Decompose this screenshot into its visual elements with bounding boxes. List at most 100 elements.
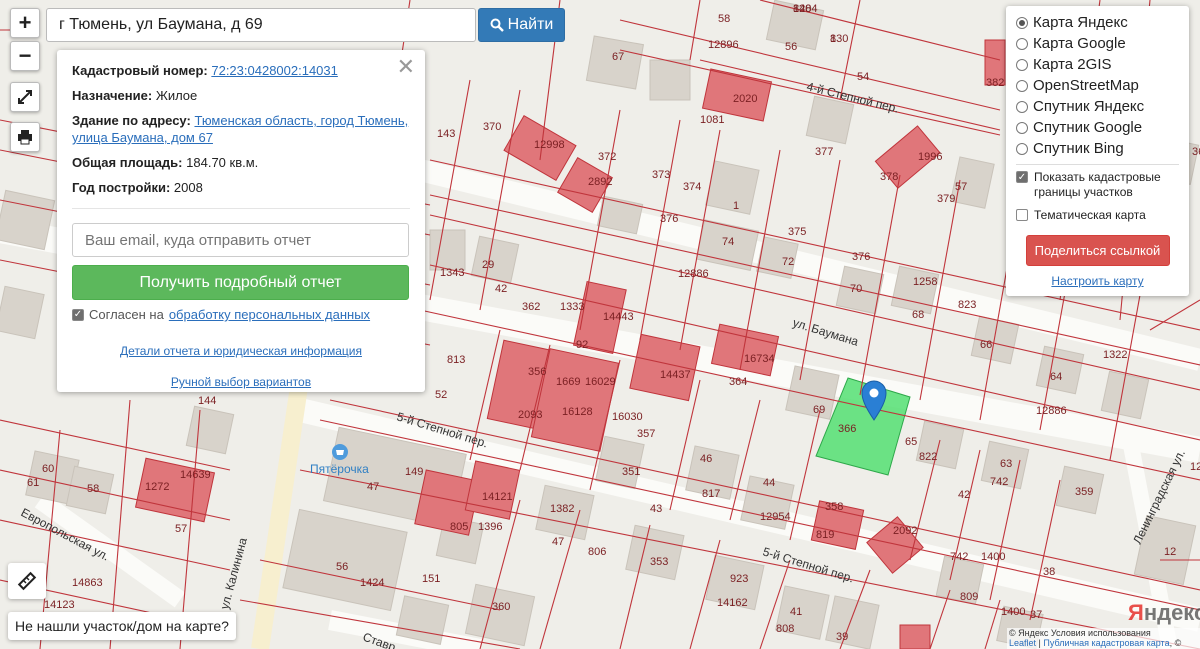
parcel-number: 373 — [652, 169, 670, 181]
parcel-number: 14863 — [72, 577, 103, 589]
parcel-info-popup: ✕ Кадастровый номер: 72:23:0428002:14031… — [57, 50, 425, 392]
show-cadastral-label: Показать кадастровые границы участков — [1034, 170, 1161, 199]
parcel-number: 66 — [980, 339, 992, 351]
search-button[interactable]: Найти — [478, 8, 565, 42]
parcel-number: 1400 — [981, 551, 1005, 563]
parcel-number: 1996 — [918, 151, 942, 163]
zoom-out-button[interactable]: − — [10, 41, 40, 71]
print-button[interactable] — [10, 122, 40, 152]
parcel-number: 2892 — [588, 176, 612, 188]
parcel-number: 375 — [788, 226, 806, 238]
not-found-button[interactable]: Не нашли участок/дом на карте? — [8, 612, 236, 640]
parcel-number: 38 — [1043, 566, 1055, 578]
parcel-number: 57 — [175, 523, 187, 535]
parcel-number: 1404 — [793, 3, 817, 15]
layer-option[interactable]: Спутник Яндекс — [1016, 96, 1179, 117]
parcel-number: 362 — [522, 301, 540, 313]
manual-select-link[interactable]: Ручной выбор вариантов — [72, 374, 410, 391]
parcel-number: 1322 — [1103, 349, 1127, 361]
parcel-number: 2093 — [518, 409, 542, 421]
layer-option[interactable]: Карта Google — [1016, 33, 1179, 54]
email-field[interactable] — [72, 223, 409, 257]
layer-option[interactable]: Спутник Bing — [1016, 138, 1179, 159]
agree-checkbox[interactable]: ✓ — [72, 308, 84, 321]
layer-option[interactable]: Карта 2GIS — [1016, 54, 1179, 75]
radio-icon[interactable] — [1016, 121, 1028, 134]
layer-option[interactable]: OpenStreetMap — [1016, 75, 1179, 96]
fullscreen-button[interactable] — [10, 82, 40, 112]
parcel-number: 14437 — [660, 369, 691, 381]
parcel-number: 61 — [27, 477, 39, 489]
get-report-button[interactable]: Получить подробный отчет — [72, 265, 409, 300]
year-value: 2008 — [173, 180, 203, 195]
parcel-number: 1295 — [1190, 461, 1200, 473]
parcel-number: 1396 — [478, 521, 502, 533]
parcel-number: 56 — [336, 561, 348, 573]
radio-icon[interactable] — [1016, 16, 1028, 29]
parcel-number: 1343 — [440, 267, 464, 279]
parcel-number: 376 — [660, 213, 678, 225]
parcel-number: 813 — [447, 354, 465, 366]
parcel-number: 742 — [950, 551, 968, 563]
parcel-number: 36 — [1192, 146, 1200, 158]
cadastral-label: Кадастровый номер: — [72, 63, 208, 78]
parcel-number: 382 — [986, 77, 1004, 89]
parcel-number: 819 — [816, 529, 834, 541]
parcel-number: 808 — [776, 623, 794, 635]
radio-icon[interactable] — [1016, 79, 1028, 92]
parcel-number: 92 — [576, 339, 588, 351]
parcel-number: 12 — [1164, 546, 1176, 558]
thematic-map-label: Тематическая карта — [1034, 208, 1146, 222]
configure-map-link[interactable]: Настроить карту — [1016, 274, 1179, 288]
attribution-text: © Яндекс Условия использования — [1009, 628, 1151, 638]
search-input[interactable] — [46, 8, 476, 42]
parcel-number: 37 — [1030, 609, 1042, 621]
parcel-number: 806 — [588, 546, 606, 558]
show-cadastral-checkbox[interactable]: ✓ — [1016, 171, 1028, 183]
share-link-button[interactable]: Поделиться ссылкой — [1025, 235, 1170, 266]
report-details-link[interactable]: Детали отчета и юридическая информация — [72, 343, 410, 360]
parcel-number: 43 — [650, 503, 662, 515]
parcel-number: 1 — [733, 200, 739, 212]
layer-option[interactable]: Спутник Google — [1016, 117, 1179, 138]
agree-text: Согласен на — [89, 307, 164, 322]
parcel-number: 1333 — [560, 301, 584, 313]
parcel-number: 57 — [955, 181, 967, 193]
parcel-number: 1400 — [1001, 606, 1025, 618]
close-icon[interactable]: ✕ — [397, 54, 415, 80]
parcel-number: 377 — [815, 146, 833, 158]
parcel-number: 70 — [850, 283, 862, 295]
map-attribution: © Яндекс Условия использования Leaflet |… — [1007, 628, 1200, 649]
parcel-number: 2020 — [733, 93, 757, 105]
search-icon — [490, 18, 504, 32]
cadastral-map-link[interactable]: Публичная кадастровая карта — [1043, 638, 1169, 648]
parcel-number: 822 — [919, 451, 937, 463]
radio-icon[interactable] — [1016, 37, 1028, 50]
thematic-map-checkbox[interactable] — [1016, 209, 1028, 221]
radio-icon[interactable] — [1016, 100, 1028, 113]
parcel-number: 12896 — [708, 39, 739, 51]
parcel-number: 1272 — [145, 481, 169, 493]
parcel-number: 366 — [838, 423, 856, 435]
personal-data-link[interactable]: обработку персональных данных — [169, 306, 370, 323]
radio-icon[interactable] — [1016, 142, 1028, 155]
cadastral-number-link[interactable]: 72:23:0428002:14031 — [211, 63, 338, 78]
purpose-value: Жилое — [155, 88, 198, 103]
ruler-button[interactable] — [8, 563, 46, 599]
area-label: Общая площадь: — [72, 155, 183, 170]
parcel-number: 374 — [683, 181, 701, 193]
layer-option[interactable]: Карта Яндекс — [1016, 12, 1179, 33]
parcel-number: 63 — [1000, 458, 1012, 470]
parcel-number: 16128 — [562, 406, 593, 418]
parcel-number: 14123 — [44, 599, 75, 611]
leaflet-link[interactable]: Leaflet — [1009, 638, 1036, 648]
parcel-number: 359 — [1075, 486, 1093, 498]
parcel-number: 58 — [718, 13, 730, 25]
parcel-number: 2092 — [893, 525, 917, 537]
purpose-label: Назначение: — [72, 88, 153, 103]
parcel-number: 351 — [622, 466, 640, 478]
parcel-number: 16029 — [585, 376, 616, 388]
radio-icon[interactable] — [1016, 58, 1028, 71]
zoom-in-button[interactable]: + — [10, 8, 40, 38]
parcel-number: 16734 — [744, 353, 775, 365]
